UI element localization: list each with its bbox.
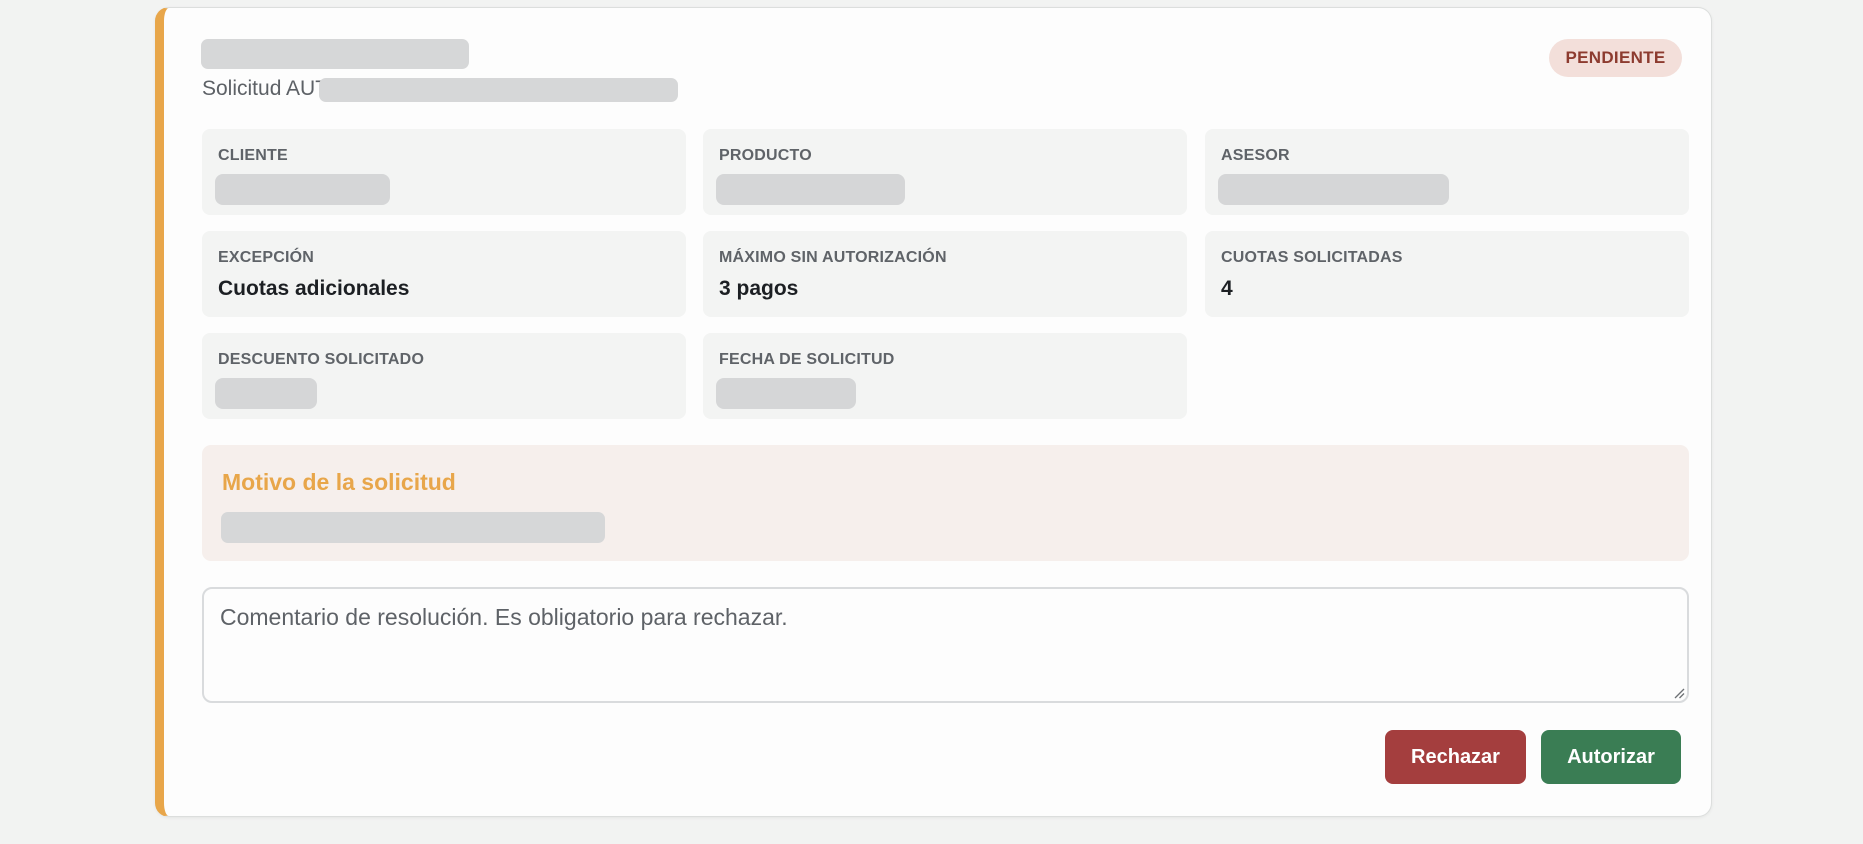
field-label: ASESOR bbox=[1221, 147, 1290, 164]
resize-handle-icon[interactable] bbox=[1673, 687, 1685, 699]
field-label: MÁXIMO SIN AUTORIZACIÓN bbox=[719, 249, 947, 266]
field-label: EXCEPCIÓN bbox=[218, 249, 315, 266]
field-value: 4 bbox=[1221, 277, 1233, 300]
field-descuento-solicitado: DESCUENTO SOLICITADO bbox=[202, 333, 686, 419]
resolution-comment-input[interactable] bbox=[202, 587, 1689, 703]
request-subtitle: Solicitud AUT- bbox=[202, 77, 334, 100]
field-cuotas-solicitadas: CUOTAS SOLICITADAS 4 bbox=[1205, 231, 1689, 317]
redacted-request-title bbox=[201, 39, 469, 69]
authorization-request-card: Solicitud AUT- PENDIENTE CLIENTE PRODUCT… bbox=[155, 7, 1712, 817]
field-label: PRODUCTO bbox=[719, 147, 812, 164]
redacted-field-value bbox=[215, 174, 390, 205]
redacted-field-value bbox=[716, 174, 905, 205]
field-maximo-sin-autorizacion: MÁXIMO SIN AUTORIZACIÓN 3 pagos bbox=[703, 231, 1187, 317]
field-asesor: ASESOR bbox=[1205, 129, 1689, 215]
reject-button[interactable]: Rechazar bbox=[1385, 730, 1526, 784]
field-fecha-de-solicitud: FECHA DE SOLICITUD bbox=[703, 333, 1187, 419]
field-cliente: CLIENTE bbox=[202, 129, 686, 215]
field-value: Cuotas adicionales bbox=[218, 277, 410, 300]
field-label: CUOTAS SOLICITADAS bbox=[1221, 249, 1403, 266]
redacted-motivo-text bbox=[221, 512, 605, 543]
redacted-request-id bbox=[319, 78, 678, 102]
redacted-field-value bbox=[1218, 174, 1449, 205]
motivo-title: Motivo de la solicitud bbox=[222, 469, 456, 495]
motivo-section: Motivo de la solicitud bbox=[202, 445, 1689, 561]
field-producto: PRODUCTO bbox=[703, 129, 1187, 215]
field-label: FECHA DE SOLICITUD bbox=[719, 351, 895, 368]
status-badge: PENDIENTE bbox=[1549, 39, 1682, 77]
redacted-field-value bbox=[215, 378, 317, 409]
redacted-field-value bbox=[716, 378, 856, 409]
field-excepcion: EXCEPCIÓN Cuotas adicionales bbox=[202, 231, 686, 317]
field-label: DESCUENTO SOLICITADO bbox=[218, 351, 425, 368]
field-label: CLIENTE bbox=[218, 147, 288, 164]
authorize-button[interactable]: Autorizar bbox=[1541, 730, 1681, 784]
field-value: 3 pagos bbox=[719, 277, 799, 300]
